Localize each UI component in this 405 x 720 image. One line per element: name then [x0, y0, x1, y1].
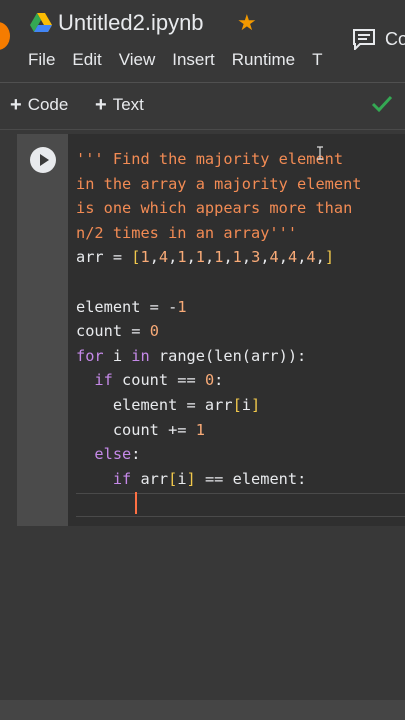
plus-icon: +	[95, 94, 107, 116]
add-text-button[interactable]: + Text	[95, 93, 144, 116]
menu-file[interactable]: File	[28, 50, 55, 70]
code-line: ''' Find the majority element	[76, 150, 344, 168]
code-line: count = 0	[76, 322, 159, 341]
code-line: in the array a majority element	[76, 174, 362, 193]
code-line: element = arr[i]	[76, 395, 261, 414]
bottom-bar	[0, 700, 405, 720]
code-line: if count == 0:	[94, 371, 224, 390]
current-line	[76, 493, 405, 517]
code-editor[interactable]: ''' Find the majority element in the arr…	[76, 147, 362, 491]
code-line: arr = [1,4,1,1,1,1,3,4,4,4,]	[76, 248, 335, 267]
text-cursor	[135, 492, 137, 514]
cell-toolbar: + Code + Text	[0, 83, 405, 129]
divider	[0, 129, 405, 130]
plus-icon: +	[10, 94, 22, 116]
cell-gutter	[17, 134, 68, 526]
menu-edit[interactable]: Edit	[72, 50, 101, 70]
menu-bar: File Edit View Insert Runtime T	[28, 50, 339, 70]
ibeam-cursor-icon	[317, 146, 323, 160]
code-line: n/2 times in an array'''	[76, 223, 298, 242]
check-icon[interactable]	[370, 92, 394, 116]
menu-tools[interactable]: T	[312, 50, 322, 70]
code-line: element = -1	[76, 297, 187, 316]
drive-icon	[30, 13, 52, 32]
menu-view[interactable]: View	[119, 50, 156, 70]
menu-runtime[interactable]: Runtime	[232, 50, 295, 70]
add-text-label: Text	[112, 95, 144, 114]
star-icon[interactable]: ★	[237, 10, 257, 36]
comment-label[interactable]: Co	[385, 29, 405, 50]
code-line: count += 1	[76, 420, 205, 439]
run-cell-icon[interactable]	[30, 147, 56, 173]
code-line: else:	[94, 445, 141, 464]
code-line: is one which appears more than	[76, 199, 353, 218]
notebook-title[interactable]: Untitled2.ipynb	[58, 10, 204, 36]
code-line: for i in range(len(arr)):	[76, 346, 307, 365]
code-line: if arr[i] == element:	[112, 469, 307, 488]
add-code-label: Code	[27, 95, 69, 114]
menu-insert[interactable]: Insert	[172, 50, 215, 70]
add-code-button[interactable]: + Code	[10, 93, 68, 116]
comment-icon[interactable]	[352, 28, 376, 50]
avatar[interactable]	[0, 22, 10, 50]
header-bar: Untitled2.ipynb ★ Co File Edit View Inse…	[0, 0, 405, 82]
